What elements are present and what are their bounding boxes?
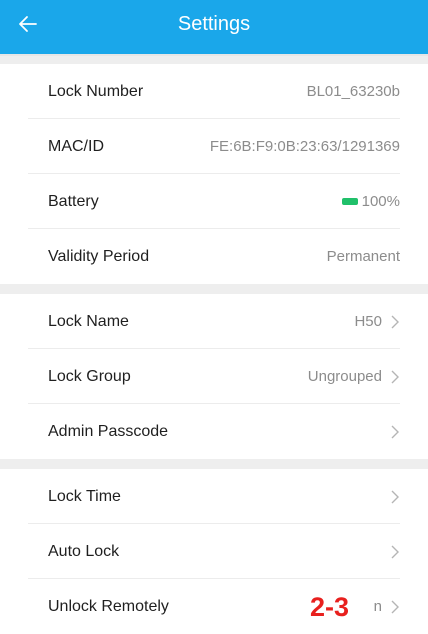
mac-id-row: MAC/ID FE:6B:F9:0B:23:63/1291369 (0, 119, 428, 174)
validity-period-label: Validity Period (48, 247, 150, 265)
battery-value: 100% (361, 193, 400, 210)
battery-label: Battery (48, 192, 99, 210)
section-divider (0, 56, 428, 64)
app-header: Settings (0, 0, 428, 56)
admin-passcode-label: Admin Passcode (48, 422, 169, 440)
chevron-right-icon (391, 425, 399, 438)
unlock-remotely-row[interactable]: Unlock Remotely n (0, 579, 428, 634)
mac-id-label: MAC/ID (48, 137, 104, 155)
section-divider (0, 459, 428, 469)
validity-period-row: Validity Period Permanent (0, 229, 428, 284)
validity-period-value: Permanent (326, 248, 400, 265)
lock-group-value: Ungrouped (307, 368, 382, 385)
unlock-remotely-value: n (373, 598, 382, 615)
admin-passcode-value-wrap (382, 425, 400, 439)
mac-id-value: FE:6B:F9:0B:23:63/1291369 (209, 138, 400, 155)
lock-number-value: BL01_63230b (306, 83, 400, 100)
lock-group-value-wrap: Ungrouped (308, 368, 400, 385)
section-divider (0, 284, 428, 294)
lock-number-row: Lock Number BL01_63230b (0, 64, 428, 119)
auto-lock-value-wrap (382, 545, 400, 559)
lock-group-label: Lock Group (48, 367, 131, 385)
lock-name-row[interactable]: Lock Name H50 (0, 294, 428, 349)
chevron-right-icon (391, 315, 399, 328)
admin-passcode-row[interactable]: Admin Passcode (0, 404, 428, 459)
battery-row: Battery 100% (0, 174, 428, 229)
lock-time-value-wrap (382, 490, 400, 504)
chevron-right-icon (391, 370, 399, 383)
lock-number-label: Lock Number (48, 82, 144, 100)
lock-name-label: Lock Name (48, 312, 129, 330)
lock-time-label: Lock Time (48, 487, 121, 505)
unlock-remotely-value-wrap: n (374, 598, 400, 615)
chevron-right-icon (391, 545, 399, 558)
page-title: Settings (177, 13, 251, 35)
lock-time-row[interactable]: Lock Time (0, 469, 428, 524)
chevron-right-icon (391, 490, 399, 503)
auto-lock-label: Auto Lock (48, 542, 120, 560)
step-annotation-label: 2-3 (310, 592, 350, 622)
chevron-right-icon (391, 600, 399, 613)
auto-lock-row[interactable]: Auto Lock (0, 524, 428, 579)
lock-name-value: H50 (354, 313, 382, 330)
lock-name-value-wrap: H50 (354, 313, 400, 330)
battery-icon (341, 198, 358, 205)
lock-group-row[interactable]: Lock Group Ungrouped (0, 349, 428, 404)
battery-value-wrap: 100% (341, 193, 400, 210)
